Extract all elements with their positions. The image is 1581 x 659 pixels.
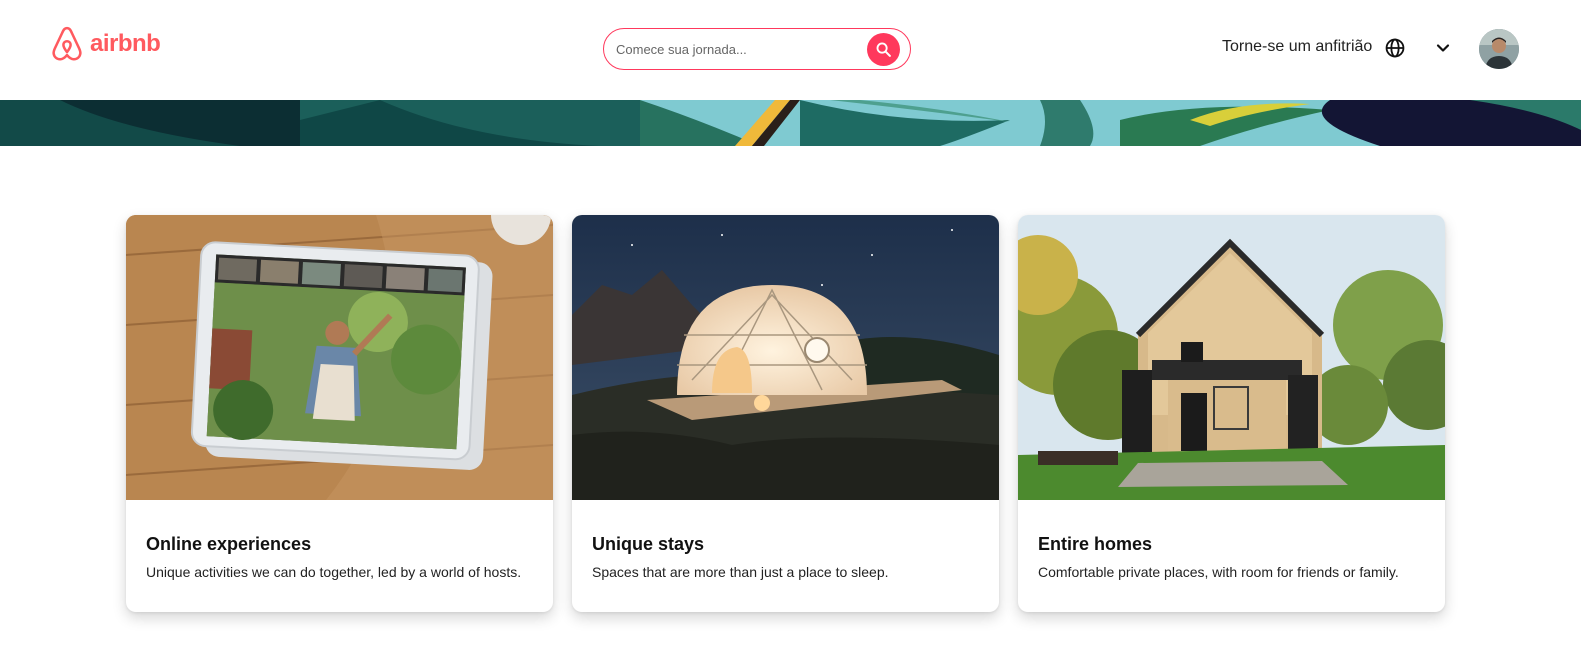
become-host-link[interactable]: Torne-se um anfitrião [1222, 38, 1372, 56]
search-icon [876, 42, 891, 57]
banner-illustration [0, 100, 1581, 146]
card-title: Entire homes [1038, 534, 1153, 554]
card-title: Online experiences [146, 534, 312, 554]
card-online-experiences[interactable]: Online experiences Unique activities we … [126, 215, 553, 612]
chevron-down-icon[interactable] [1435, 40, 1451, 56]
card-title: Unique stays [592, 534, 705, 554]
card-description: Comfortable private places, with room fo… [1038, 564, 1399, 580]
card-entire-homes[interactable]: Entire homes Comfortable private places,… [1018, 215, 1445, 612]
card-body: Unique stays Spaces that are more than j… [572, 500, 999, 580]
avatar-image [1479, 29, 1519, 69]
card-body: Online experiences Unique activities we … [126, 500, 553, 580]
airbnb-logo-link[interactable]: airbnb [50, 26, 161, 62]
search-input[interactable] [616, 41, 856, 57]
logo-text: airbnb [90, 30, 161, 57]
user-avatar[interactable] [1479, 29, 1519, 69]
airbnb-belo-icon [52, 26, 82, 61]
card-unique-stays[interactable]: Unique stays Spaces that are more than j… [572, 215, 999, 612]
hero-banner [0, 100, 1581, 146]
online-experiences-image [126, 215, 553, 500]
search-bar [603, 28, 911, 70]
card-description: Unique activities we can do together, le… [146, 564, 522, 580]
entire-homes-image [1018, 215, 1445, 500]
globe-icon[interactable] [1384, 37, 1406, 59]
top-header: airbnb Torne-se um anfitrião [0, 0, 1581, 100]
unique-stays-image [572, 215, 999, 500]
card-body: Entire homes Comfortable private places,… [1018, 500, 1445, 580]
search-button[interactable] [867, 33, 900, 66]
card-description: Spaces that are more than just a place t… [592, 564, 889, 580]
